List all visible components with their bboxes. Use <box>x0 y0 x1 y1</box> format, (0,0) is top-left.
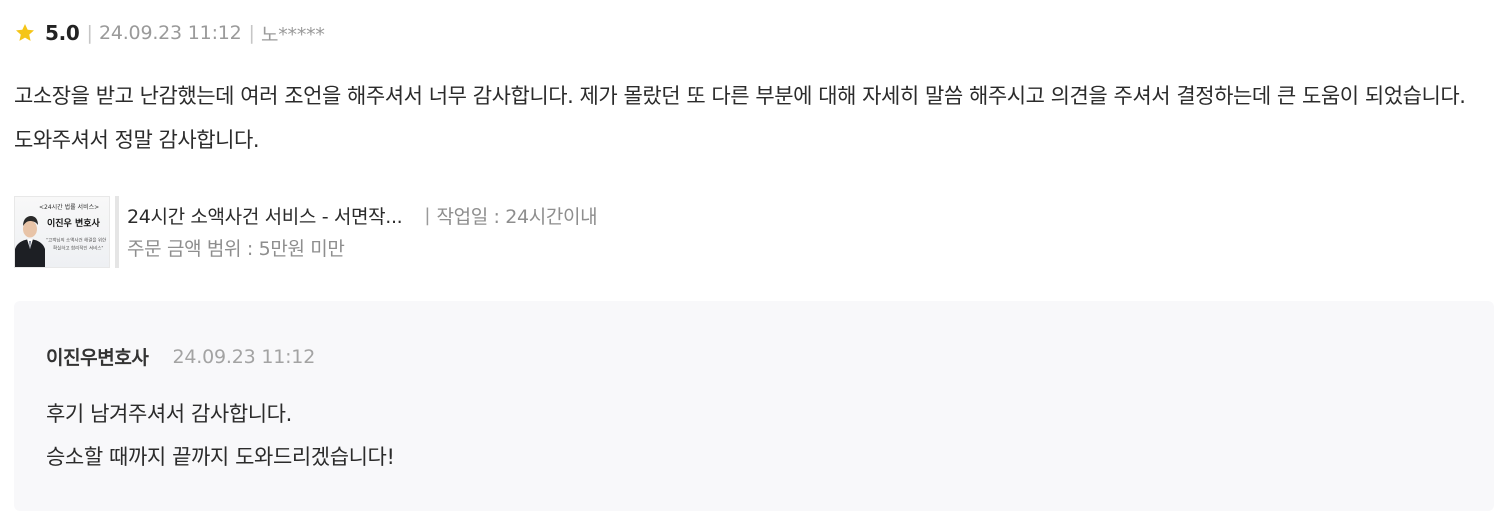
review-author: 노***** <box>260 23 325 46</box>
review-date: 24.09.23 11:12 <box>98 22 242 44</box>
star-icon <box>14 22 36 44</box>
reply-line: 승소할 때까지 끝까지 도와드리겠습니다! <box>46 445 395 469</box>
reply-author: 이진우변호사 <box>46 347 149 369</box>
meta-divider: | <box>86 22 93 44</box>
product-divider <box>115 196 119 268</box>
review-meta: 5.0 | 24.09.23 11:12 | 노***** <box>14 19 325 47</box>
price-range: 주문 금액 범위 : 5만원 미만 <box>127 238 345 260</box>
review-text: 고소장을 받고 난감했는데 여러 조언을 해주셔서 너무 감사합니다. 제가 몰… <box>14 84 1466 152</box>
reply-text: 후기 남겨주셔서 감사합니다. 승소할 때까지 끝까지 도와드리겠습니다! <box>46 393 395 479</box>
thumbnail-name: 이진우 변호사 <box>47 219 100 229</box>
lawyer-portrait-icon <box>15 216 45 267</box>
work-period: 작업일 : 24시간이내 <box>436 205 598 228</box>
meta-divider: | <box>248 22 255 44</box>
thumbnail-caption: <24시간 법률 서비스> <box>39 204 100 211</box>
thumbnail-tagline: "고객님의 소액사건 해결을 위한 <box>46 237 107 244</box>
rating-value: 5.0 <box>45 21 80 45</box>
product-info-card[interactable]: <24시간 법률 서비스> 이진우 변호사 "고객님의 소액사건 해결을 위한 … <box>14 196 598 268</box>
reply-line: 후기 남겨주셔서 감사합니다. <box>46 402 292 426</box>
product-line: 24시간 소액사건 서비스 - 서면작... | 작업일 : 24시간이내 <box>127 198 598 232</box>
thumbnail-tagline: 확실하고 합리적인 서비스" <box>53 245 104 252</box>
reply-date: 24.09.23 11:12 <box>172 345 316 368</box>
product-separator: | <box>424 204 431 226</box>
product-details: 24시간 소액사건 서비스 - 서면작... | 작업일 : 24시간이내 주문… <box>127 196 598 268</box>
product-thumbnail[interactable]: <24시간 법률 서비스> 이진우 변호사 "고객님의 소액사건 해결을 위한 … <box>14 196 110 268</box>
product-title-link[interactable]: 24시간 소액사건 서비스 - 서면작... <box>127 202 403 229</box>
seller-reply: 이진우변호사 24.09.23 11:12 후기 남겨주셔서 감사합니다. 승소… <box>14 301 1494 511</box>
reply-header: 이진우변호사 24.09.23 11:12 <box>46 343 315 370</box>
